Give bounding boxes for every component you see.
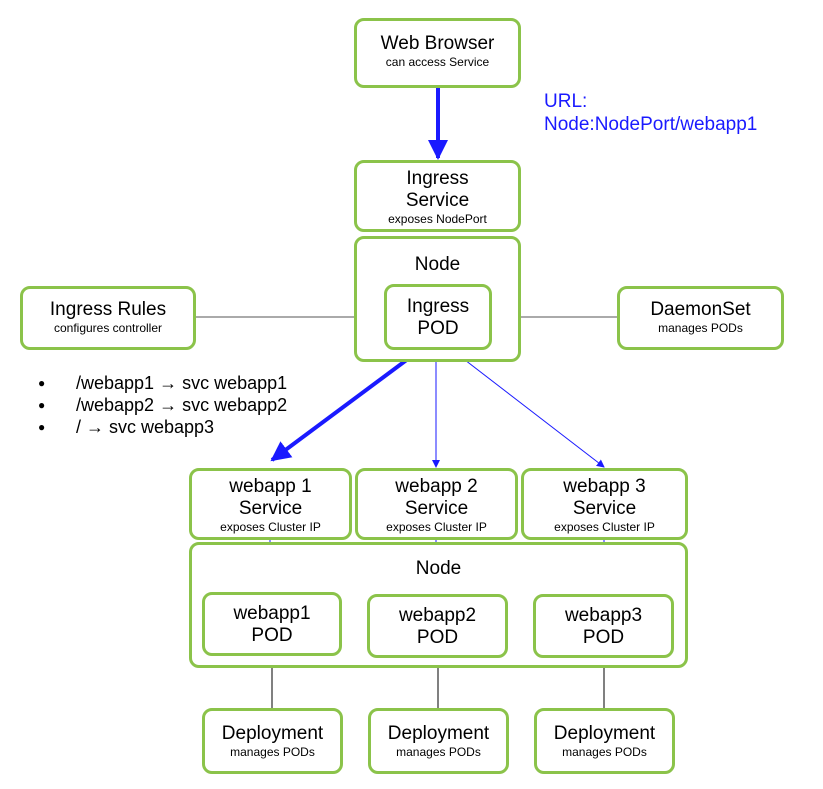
daemonset-box: DaemonSet manages PODs xyxy=(617,286,784,350)
ingress-service-box: Ingress Service exposes NodePort xyxy=(354,160,521,232)
arrow-pod-to-svc1 xyxy=(270,348,422,462)
service-subtitle: exposes Cluster IP xyxy=(554,520,655,534)
deployment-title: Deployment xyxy=(221,723,324,744)
ingress-service-subtitle: exposes NodePort xyxy=(388,212,487,226)
pod-line1: webapp3 xyxy=(564,605,643,626)
deployment-title: Deployment xyxy=(387,723,490,744)
ingress-pod-line1: Ingress xyxy=(406,296,470,317)
url-value: Node:NodePort/webapp1 xyxy=(544,114,758,135)
deployment-subtitle: manages PODs xyxy=(230,745,315,759)
service-subtitle: exposes Cluster IP xyxy=(220,520,321,534)
top-node-label: Node xyxy=(414,254,461,275)
service-line1: webapp 3 xyxy=(563,476,646,497)
deployment-subtitle: manages PODs xyxy=(562,745,647,759)
webapp1-service-box: webapp 1 Service exposes Cluster IP xyxy=(189,468,352,540)
deployment-title: Deployment xyxy=(553,723,656,744)
bottom-node-label: Node xyxy=(415,558,462,579)
browser-subtitle: can access Service xyxy=(385,55,490,69)
url-note: URL: Node:NodePort/webapp1 xyxy=(544,90,757,136)
web-browser-box: Web Browser can access Service xyxy=(354,18,521,88)
webapp1-pod-box: webapp1 POD xyxy=(202,592,342,656)
ingress-pod-line2: POD xyxy=(417,318,459,339)
url-label: URL: xyxy=(544,91,588,112)
pod-line2: POD xyxy=(416,627,459,648)
ingress-service-line1: Ingress xyxy=(406,168,469,189)
service-line2: Service xyxy=(404,498,469,519)
ingress-rules-title: Ingress Rules xyxy=(49,299,167,320)
deployment1-box: Deployment manages PODs xyxy=(202,708,343,774)
webapp2-service-box: webapp 2 Service exposes Cluster IP xyxy=(355,468,518,540)
service-line2: Service xyxy=(572,498,637,519)
pod-line1: webapp1 xyxy=(233,603,311,624)
ingress-rules-box: Ingress Rules configures controller xyxy=(20,286,196,350)
deployment3-box: Deployment manages PODs xyxy=(534,708,675,774)
service-line2: Service xyxy=(238,498,303,519)
browser-title: Web Browser xyxy=(380,33,495,54)
pod-line2: POD xyxy=(251,625,293,646)
rule-item: /webapp2 → svc webapp2 xyxy=(38,394,287,416)
webapp3-service-box: webapp 3 Service exposes Cluster IP xyxy=(521,468,688,540)
deployment2-box: Deployment manages PODs xyxy=(368,708,509,774)
pod-line1: webapp2 xyxy=(398,605,477,626)
pod-line2: POD xyxy=(582,627,625,648)
webapp2-pod-box: webapp2 POD xyxy=(367,594,508,658)
daemonset-subtitle: manages PODs xyxy=(658,321,743,335)
ingress-rules-subtitle: configures controller xyxy=(53,321,163,335)
service-subtitle: exposes Cluster IP xyxy=(386,520,487,534)
ingress-pod-box: Ingress POD xyxy=(384,284,492,350)
ingress-service-line2: Service xyxy=(405,190,470,211)
ingress-rules-list: /webapp1 → svc webapp1 /webapp2 → svc we… xyxy=(38,372,287,438)
deployment-subtitle: manages PODs xyxy=(396,745,481,759)
service-line1: webapp 2 xyxy=(395,476,478,497)
daemonset-title: DaemonSet xyxy=(650,299,751,320)
webapp3-pod-box: webapp3 POD xyxy=(533,594,674,658)
service-line1: webapp 1 xyxy=(229,476,312,497)
rule-item: /webapp1 → svc webapp1 xyxy=(38,372,287,394)
arrow-pod-to-svc3 xyxy=(451,349,605,468)
rule-item: / → svc webapp3 xyxy=(38,416,287,438)
